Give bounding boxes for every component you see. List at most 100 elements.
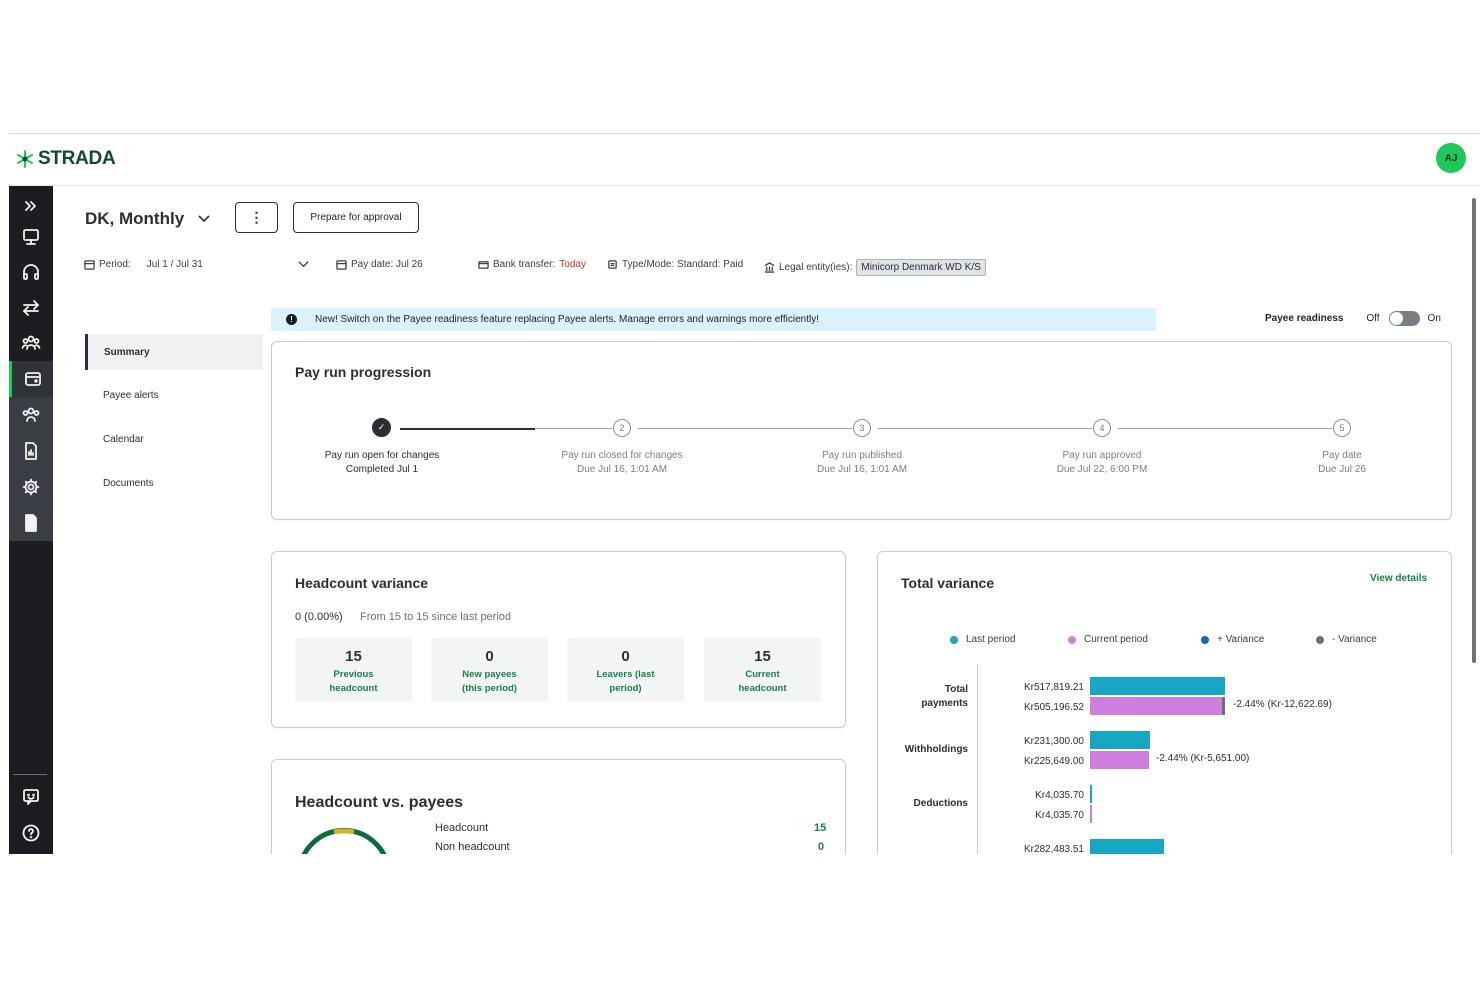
tile-label: Previous headcount: [329, 669, 378, 694]
transfer-arrows-icon: [23, 300, 39, 316]
hvp-non-headcount-value: 0: [818, 841, 825, 853]
calendar-icon: [84, 260, 95, 270]
bank-transfer-label: Bank transfer:: [493, 259, 556, 270]
pay-run-meta-bar: Period: Jul 1 / Jul 31 Pay date: Jul 26 …: [84, 255, 1084, 277]
rail-people[interactable]: [9, 325, 53, 361]
headcount-vs-payees-card: Headcount vs. payees Headcount 15 Non he…: [271, 759, 846, 854]
tile-value: 0: [485, 648, 494, 665]
legend-dot: [950, 635, 958, 644]
gear-icon: [22, 478, 40, 496]
step-4-number: 4: [1093, 419, 1111, 437]
legend-minus-variance: - Variance: [1316, 634, 1377, 645]
legend-last-period: Last period: [950, 634, 1015, 645]
rail-feedback[interactable]: [9, 779, 53, 815]
step-4-name: Pay run approved: [1062, 450, 1142, 461]
tile-value: 15: [345, 648, 362, 665]
rail-dashboard[interactable]: [9, 219, 53, 255]
sidenav-summary[interactable]: Summary: [85, 334, 263, 370]
rail-reports[interactable]: [9, 433, 53, 469]
period-field: Period: Jul 1 / Jul 31: [84, 259, 203, 270]
headcount-variance-card: Headcount variance 0 (0.00%) From 15 to …: [271, 551, 846, 728]
bar-total-payments-current: [1090, 697, 1222, 715]
step-2-status: Due Jul 16, 1:01 AM: [576, 464, 668, 475]
val-label: Kr505,196.52: [1023, 702, 1084, 713]
headset-icon: [23, 264, 39, 280]
headcount-variance-title: Headcount variance: [295, 575, 429, 591]
type-mode-icon: [608, 260, 617, 269]
payee-readiness-toggle-group: Payee readiness Off On: [1265, 311, 1441, 326]
prepare-for-approval-button[interactable]: Prepare for approval: [293, 202, 419, 233]
tile-label: Current headcount: [738, 669, 787, 694]
more-actions-button[interactable]: ⋮: [235, 202, 278, 233]
val-label: Kr517,819.21: [1023, 682, 1084, 693]
progress-line-4: [1118, 428, 1332, 429]
rail-divider: [13, 774, 47, 775]
sidenav-documents[interactable]: Documents: [85, 465, 263, 501]
rail-payroll[interactable]: [9, 361, 53, 397]
hvp-headcount-value: 15: [814, 822, 827, 834]
pay-run-title: DK, Monthly: [85, 209, 185, 228]
team-icon: [22, 407, 40, 422]
period-value: Jul 1 / Jul 31: [146, 259, 203, 270]
pay-date: Pay date: Jul 26: [351, 259, 423, 270]
step-3-number: 3: [853, 419, 871, 437]
step-1-name: Pay run open for changes: [324, 450, 440, 461]
help-icon: [22, 824, 40, 842]
tile-leavers: 0 Leavers (last period): [567, 638, 684, 702]
pay-run-selector[interactable]: DK, Monthly: [85, 209, 210, 229]
val-label: Kr4,035.70: [1035, 790, 1084, 801]
step-5-name: Pay date: [1322, 450, 1362, 461]
toggle-on-label: On: [1427, 313, 1441, 324]
tile-label: Leavers (last period): [596, 669, 655, 694]
step-4-status: Due Jul 22, 6:00 PM: [1056, 464, 1148, 475]
variance-label-total-payments: -2.44% (Kr-12,622.69): [1233, 699, 1332, 710]
val-label: Kr282,483.51: [1023, 844, 1084, 854]
bank-transfer-value: Today: [559, 259, 586, 270]
snowflake-logo-icon: [17, 150, 33, 168]
step-1-status: Completed Jul 1: [345, 464, 419, 475]
sidenav-payee-alerts[interactable]: Payee alerts: [85, 377, 263, 413]
pay-run-progression-card: Pay run progression ✓ 2 3 4 5 Pay run op…: [271, 341, 1452, 520]
type-mode-field: Type/Mode: Standard: Paid: [607, 259, 743, 270]
user-avatar[interactable]: AJ: [1436, 143, 1466, 173]
bar-total-payments-variance: [1221, 697, 1225, 715]
step-1-check-icon: ✓: [372, 418, 391, 437]
hvp-non-headcount-label: Non headcount: [435, 841, 510, 853]
payee-readiness-toggle[interactable]: [1388, 311, 1420, 326]
rail-settings[interactable]: [9, 469, 53, 505]
progression-title: Pay run progression: [295, 364, 432, 380]
progress-line-2: [638, 428, 852, 429]
legal-entity-chip[interactable]: Minicorp Denmark WD K/S: [856, 259, 986, 276]
step-3: Pay run published Due Jul 16, 1:01 AM: [772, 449, 952, 477]
rail-team[interactable]: [9, 397, 53, 433]
total-variance-card: Total variance View details Last period …: [877, 551, 1452, 854]
val-label: Kr4,035.70: [1035, 810, 1084, 821]
sidenav-calendar[interactable]: Calendar: [85, 421, 263, 457]
headcount-change: 0 (0.00%): [295, 611, 343, 623]
bar-deductions-current: [1090, 805, 1092, 823]
bank-transfer-field: Bank transfer: Today: [478, 259, 586, 270]
step-5-status: Due Jul 26: [1318, 464, 1366, 475]
rail-support[interactable]: [9, 254, 53, 290]
headcount-vs-payees-title: Headcount vs. payees: [295, 794, 464, 811]
view-details-link[interactable]: View details: [1370, 573, 1427, 584]
rail-transfers[interactable]: [9, 290, 53, 326]
cat-label-deductions: Deductions: [913, 798, 968, 809]
total-variance-title: Total variance: [901, 575, 995, 591]
rail-help[interactable]: [9, 815, 53, 851]
left-rail: [9, 186, 53, 854]
step-2: Pay run closed for changes Due Jul 16, 1…: [532, 449, 712, 477]
progress-line-3: [878, 428, 1092, 429]
brand-logo[interactable]: STRADA: [15, 148, 116, 170]
rail-documents[interactable]: [9, 505, 53, 541]
report-icon: [25, 442, 37, 460]
chevron-down-icon: [198, 215, 210, 223]
period-dropdown[interactable]: [298, 259, 309, 270]
bank-card-icon: [478, 261, 489, 269]
people-icon: [21, 335, 41, 350]
page-scrollbar[interactable]: [1472, 198, 1476, 663]
cat-label-withholdings: Withholdings: [904, 744, 968, 755]
bar-withholdings-last: [1090, 731, 1151, 749]
calendar-icon: [336, 260, 347, 270]
tile-value: 15: [754, 648, 771, 665]
